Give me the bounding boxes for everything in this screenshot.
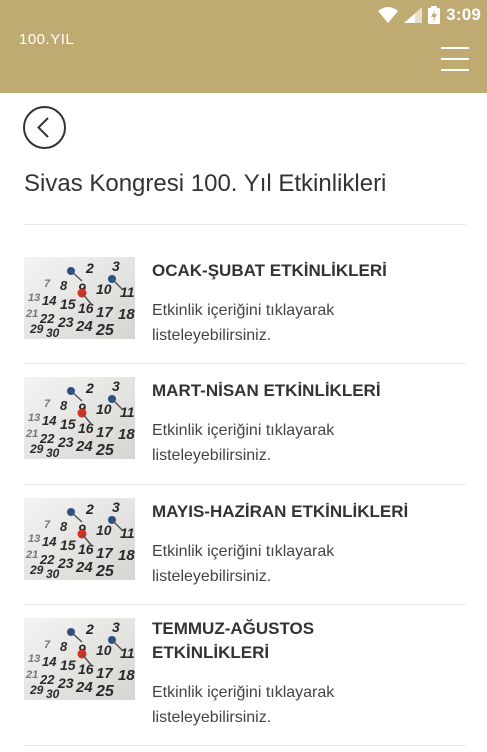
page-title: Sivas Kongresi 100. Yıl Etkinlikleri: [24, 170, 387, 197]
status-bar: 3:09: [378, 4, 481, 26]
status-time: 3:09: [446, 5, 481, 24]
calendar-thumbnail-image: [24, 618, 135, 700]
calendar-thumbnail-image: [24, 498, 135, 580]
event-item-temmuz-agustos[interactable]: TEMMUZ-AĞUSTOS ETKİNLİKLERİ Etkinlik içer…: [24, 618, 466, 738]
item-divider: [24, 604, 466, 605]
event-item-mayis-haziran[interactable]: MAYIS-HAZİRAN ETKİNLİKLERİ Etkinlik içer…: [24, 498, 466, 618]
event-item-title: MAYIS-HAZİRAN ETKİNLİKLERİ: [152, 502, 409, 521]
back-button[interactable]: [23, 106, 66, 149]
signal-icon: [404, 7, 423, 23]
calendar-thumbnail-image: [24, 377, 135, 459]
event-item-title: OCAK-ŞUBAT ETKİNLİKLERİ: [152, 261, 387, 280]
event-item-desc: Etkinlik içeriğini tıklayarak listeleyebi…: [152, 684, 335, 726]
event-item-ocak-subat[interactable]: OCAK-ŞUBAT ETKİNLİKLERİ Etkinlik içeriği…: [24, 257, 466, 377]
event-item-desc: Etkinlik içeriğini tıklayarak listeleyebi…: [152, 302, 335, 344]
wifi-icon: [378, 7, 399, 23]
app-logo[interactable]: 100.YIL: [19, 31, 74, 48]
menu-icon[interactable]: [441, 47, 469, 71]
item-divider: [24, 484, 466, 485]
event-item-title: MART-NİSAN ETKİNLİKLERİ: [152, 381, 381, 400]
item-divider: [24, 745, 466, 746]
item-divider: [24, 363, 466, 364]
event-item-mart-nisan[interactable]: MART-NİSAN ETKİNLİKLERİ Etkinlik içeriği…: [24, 377, 466, 497]
event-item-title: TEMMUZ-AĞUSTOS ETKİNLİKLERİ: [152, 619, 315, 662]
event-item-desc: Etkinlik içeriğini tıklayarak listeleyebi…: [152, 543, 335, 585]
app-header: 3:09 100.YIL: [0, 0, 487, 93]
calendar-thumbnail-image: [24, 257, 135, 339]
battery-charging-icon: [428, 6, 441, 24]
event-item-desc: Etkinlik içeriğini tıklayarak listeleyebi…: [152, 422, 335, 464]
title-divider: [24, 224, 466, 225]
